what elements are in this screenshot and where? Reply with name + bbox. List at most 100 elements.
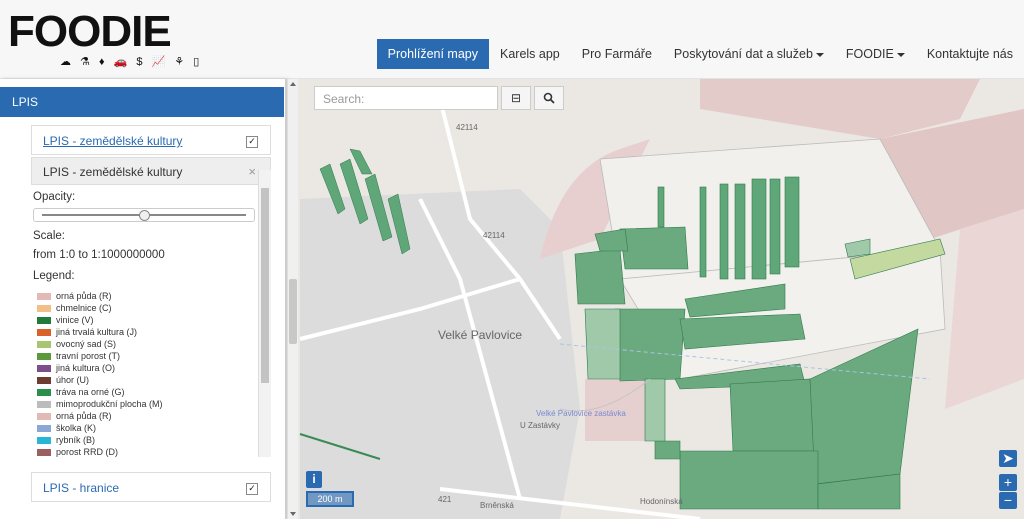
nav-label: Poskytování dat a služeb [673,47,813,61]
nav-label: Pro Farmáře [581,47,652,61]
legend-item: úhor (U) [37,375,89,387]
street-label: Hodonínská [640,497,683,506]
search-button[interactable] [534,86,564,110]
road-label: 42114 [483,231,505,240]
legend-swatch [37,317,51,325]
legend-text: ovocný sad (S) [56,339,117,349]
panel-scrollbar[interactable] [287,79,298,519]
nav-pro-farmare[interactable]: Pro Farmáře [571,39,663,69]
station-label: Velké Pavlovice zastávka [536,409,626,418]
legend-swatch [37,305,51,313]
info-button[interactable]: i [306,471,322,488]
legend-text: travní porost (T) [56,351,121,361]
scroll-down-icon[interactable] [290,512,296,516]
legend-item: travní porost (T) [37,351,120,363]
legend-text: vinice (V) [56,315,94,325]
search-placeholder: Search: [323,92,365,106]
road-label: 421 [438,495,452,504]
road-label: 42114 [456,123,478,132]
legend-text: orná půda (R) [56,411,112,421]
nav-label: Kontaktujte nás [926,47,1013,61]
layer-item-lpis-hranice[interactable]: LPIS - hranice ✓ [31,472,271,502]
nav-contact[interactable]: Kontaktujte nás [916,39,1024,69]
scale-value: from 1:0 to 1:1000000000 [33,249,165,261]
main-nav: Prohlížení mapy Karels app Pro Farmáře P… [376,39,1024,69]
layer-detail-header: LPIS - zemědělské kultury × [31,157,271,185]
nav-label: Prohlížení mapy [387,47,478,61]
logo-icons: ☁ ⚗ ♦ 🚗 $ 📈 ⚘ ▯ [60,56,203,68]
legend-swatch [37,401,51,409]
scrollbar-thumb[interactable] [289,279,297,344]
legend-swatch [37,353,51,361]
app-header: FOODIE ☁ ⚗ ♦ 🚗 $ 📈 ⚘ ▯ Prohlížení mapy K… [0,0,1024,79]
legend-swatch [37,437,51,445]
legend-text: jiná trvalá kultura (J) [56,327,138,337]
panel-title[interactable]: LPIS [0,87,284,117]
scroll-up-icon[interactable] [290,82,296,86]
legend-swatch [37,425,51,433]
legend-text: chmelnice (C) [56,303,112,313]
legend-item: orná půda (R) [37,411,112,423]
legend-item: jiná kultura (O) [37,363,115,375]
legend-swatch [37,293,51,301]
legend-item: ovocný sad (S) [37,339,116,351]
legend-item: školka (K) [37,423,96,435]
locate-arrow-icon: ➤ [1002,450,1014,466]
street-label: U Zastávky [520,421,561,430]
layer-item-lpis-kultury[interactable]: LPIS - zemědělské kultury ✓ [31,125,271,155]
layers-icon: ⊟ [510,91,522,105]
legend-text: orná půda (R) [56,291,112,301]
layer-name[interactable]: LPIS - zemědělské kultury [43,134,182,148]
legend-text: školka (K) [56,423,97,433]
close-icon[interactable]: × [248,164,256,179]
layer-name[interactable]: LPIS - hranice [43,481,119,495]
legend-swatch [37,329,51,337]
legend-text: mimoprodukční plocha (M) [56,399,163,409]
legend-item: tráva na orné (G) [37,387,125,399]
legend-item: jiná trvalá kultura (J) [37,327,137,339]
legend-item: chmelnice (C) [37,303,112,315]
scrollbar-thumb[interactable] [261,188,269,383]
legend-item: vinice (V) [37,315,94,327]
logo-text: FOODIE [8,7,172,56]
nav-karels-app[interactable]: Karels app [489,39,571,69]
layer-switch-button[interactable]: ⊟ [501,86,531,110]
nav-data-services[interactable]: Poskytování dat a služeb [663,39,835,69]
legend-scrollbar[interactable] [258,170,271,457]
scale-label: Scale: [33,230,65,242]
legend-swatch [37,341,51,349]
nav-map-view[interactable]: Prohlížení mapy [376,39,489,69]
detail-title: LPIS - zemědělské kultury [43,165,183,179]
search-input[interactable]: Search: [314,86,498,110]
legend-item: rybník (B) [37,435,95,447]
legend-swatch [37,365,51,373]
legend-item: porost RRD (D) [37,447,118,457]
legend-text: tráva na orné (G) [56,387,125,397]
nav-label: FOODIE [845,47,894,61]
legend-item: orná půda (R) [37,291,112,303]
nav-label: Karels app [500,47,560,61]
opacity-label: Opacity: [33,191,76,203]
legend-text: rybník (B) [56,435,96,445]
layer-detail: LPIS - zemědělské kultury × Opacity: Sca… [31,157,271,457]
legend-swatch [37,449,51,457]
foodie-logo[interactable]: FOODIE [8,7,172,56]
legend-swatch [37,377,51,385]
legend-text: úhor (U) [56,375,90,385]
zoom-out-button[interactable]: − [999,492,1017,509]
slider-handle[interactable] [139,210,150,221]
layer-checkbox[interactable]: ✓ [246,483,258,495]
opacity-slider[interactable] [33,208,255,222]
locate-button[interactable]: ➤ [999,450,1017,467]
layer-checkbox[interactable]: ✓ [246,136,258,148]
legend-swatch [37,413,51,421]
town-label: Velké Pavlovice [438,328,523,342]
legend-label: Legend: [33,270,75,282]
legend-text: porost RRD (D) [56,447,119,457]
nav-foodie[interactable]: FOODIE [835,39,916,69]
legend-text: jiná kultura (O) [56,363,116,373]
street-label: Brněnská [480,501,514,510]
caret-down-icon [896,52,905,57]
zoom-in-button[interactable]: + [999,474,1017,491]
scale-bar: 200 m [306,491,354,507]
